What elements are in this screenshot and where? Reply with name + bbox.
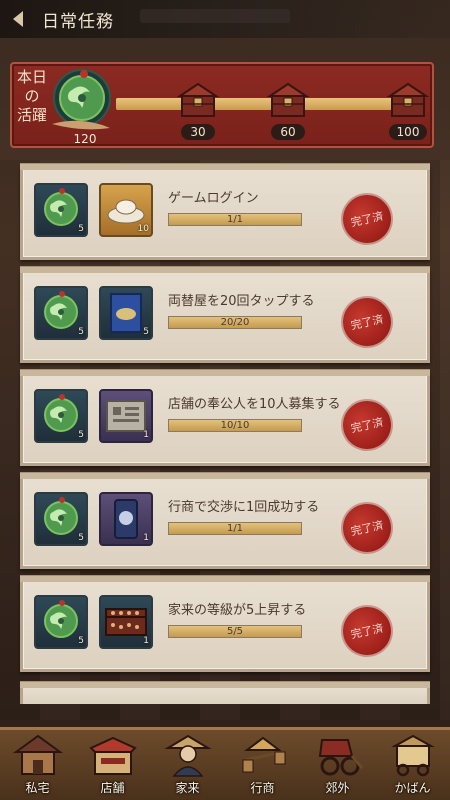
reward-quantity: 1: [143, 430, 149, 440]
reward-item[interactable]: 5: [99, 286, 153, 340]
activity-points: 120: [73, 132, 97, 146]
task-card: 5 5 両替屋を20回タップする 20/20 完了済: [20, 266, 430, 363]
header-decoration: [140, 9, 290, 23]
reward-quantity: 5: [78, 224, 84, 234]
milestone-value: 60: [271, 124, 305, 140]
reward-quantity: 1: [143, 636, 149, 646]
reward-jade[interactable]: 5: [34, 389, 88, 443]
task-name: 家来の等級が5上昇する: [168, 603, 307, 618]
peddler-icon: [242, 736, 285, 773]
jade-medal-icon: [52, 69, 111, 130]
task-progress-text: 5/5: [226, 626, 244, 637]
task-progress-bar: 20/20: [168, 316, 302, 329]
rickshaw-icon: [318, 739, 363, 776]
nav-retainer[interactable]: 家来: [157, 732, 219, 798]
activity-label: 本日 の 活躍: [16, 68, 47, 124]
retainer-icon: [163, 734, 212, 777]
chevron-left-icon: [13, 11, 23, 27]
task-name: 両替屋を20回タップする: [168, 294, 315, 309]
nav-bag[interactable]: かばん: [382, 732, 444, 798]
task-card: 5 10 ゲームログイン 1/1 完了済: [20, 163, 430, 260]
bag-cart-icon: [390, 734, 435, 777]
completed-stamp: 完了済: [338, 499, 396, 557]
reward-quantity: 10: [137, 224, 149, 234]
reward-jade[interactable]: 5: [34, 286, 88, 340]
task-progress-text: 10/10: [220, 420, 250, 431]
daily-activity-banner: 本日 の 活躍 120 30 60 100: [10, 62, 434, 148]
residence-icon: [12, 734, 63, 775]
treasure-chest-icon[interactable]: [266, 80, 310, 120]
completed-stamp: 完了済: [338, 190, 396, 248]
milestone-value: 30: [181, 124, 215, 140]
reward-item[interactable]: 10: [99, 183, 153, 237]
task-card: 5 1 店舗の奉公人を10人募集する 10/10 完了済: [20, 369, 430, 466]
task-progress-text: 1/1: [226, 523, 244, 534]
completed-stamp: 完了済: [338, 396, 396, 454]
reward-quantity: 5: [78, 327, 84, 337]
task-progress-bar: 10/10: [168, 419, 302, 432]
nav-residence[interactable]: 私宅: [7, 732, 69, 798]
task-card: [20, 681, 430, 704]
reward-quantity: 5: [78, 533, 84, 543]
reward-quantity: 5: [78, 636, 84, 646]
reward-item[interactable]: 1: [99, 389, 153, 443]
reward-jade[interactable]: 5: [34, 595, 88, 649]
reward-quantity: 5: [78, 430, 84, 440]
completed-stamp: 完了済: [338, 602, 396, 660]
reward-jade[interactable]: 5: [34, 183, 88, 237]
task-progress-text: 20/20: [220, 317, 250, 328]
reward-quantity: 1: [143, 533, 149, 543]
task-name: ゲームログイン: [168, 191, 259, 206]
task-progress-bar: 5/5: [168, 625, 302, 638]
page-title: 日常任務: [42, 11, 114, 32]
task-name: 行商で交渉に1回成功する: [168, 500, 320, 515]
nav-suburb[interactable]: 郊外: [307, 732, 369, 798]
treasure-chest-icon[interactable]: [386, 80, 430, 120]
task-progress-bar: 1/1: [168, 213, 302, 226]
back-button[interactable]: [0, 0, 36, 38]
task-card: 5 1 行商で交渉に1回成功する 1/1 完了済: [20, 472, 430, 569]
shop-icon: [88, 736, 137, 775]
bottom-nav: 私宅 店舗 家来 行商 郊外 かばん: [0, 727, 450, 800]
task-progress-bar: 1/1: [168, 522, 302, 535]
task-progress-text: 1/1: [226, 214, 244, 225]
completed-stamp: 完了済: [338, 293, 396, 351]
reward-quantity: 5: [143, 327, 149, 337]
reward-item[interactable]: 1: [99, 595, 153, 649]
task-name: 店舗の奉公人を10人募集する: [168, 397, 341, 412]
task-card: 5 1 家来の等級が5上昇する 5/5 完了済: [20, 575, 430, 672]
treasure-chest-icon[interactable]: [176, 80, 220, 120]
reward-jade[interactable]: 5: [34, 492, 88, 546]
header: 日常任務: [0, 0, 450, 38]
milestone-value: 100: [389, 124, 427, 140]
nav-shop[interactable]: 店舗: [82, 732, 144, 798]
nav-peddler[interactable]: 行商: [232, 732, 294, 798]
reward-item[interactable]: 1: [99, 492, 153, 546]
